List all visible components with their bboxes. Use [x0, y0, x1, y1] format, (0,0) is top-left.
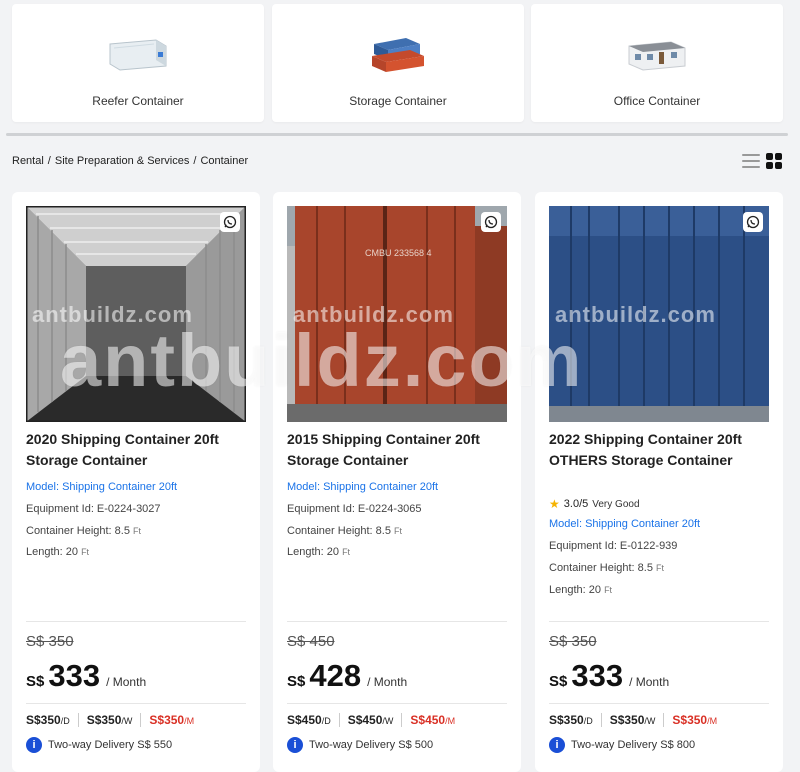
monthly-rate: S$450/M — [410, 713, 456, 727]
card-divider — [287, 703, 507, 704]
price: S$ 428/ Month — [287, 658, 408, 693]
daily-rate: S$450/D — [287, 713, 331, 727]
whatsapp-icon[interactable] — [220, 212, 240, 232]
card-divider — [26, 621, 246, 622]
breadcrumb-container[interactable]: Container — [200, 155, 248, 167]
info-icon: i — [26, 737, 42, 753]
category-label: Reefer Container — [92, 94, 184, 108]
equipment-id: Equipment Id: E-0224-3065 — [287, 503, 422, 515]
whatsapp-icon[interactable] — [481, 212, 501, 232]
info-icon: i — [549, 737, 565, 753]
category-label: Office Container — [613, 94, 701, 108]
product-photo[interactable]: antbuildz.com — [549, 206, 769, 422]
container-height: Container Height: 8.5 Ft — [549, 562, 665, 574]
category-office-container[interactable]: Office Container — [531, 4, 783, 122]
breadcrumb: Rental / Site Preparation & Services / Conta… — [12, 155, 249, 167]
card-divider — [287, 621, 507, 622]
category-bar: Reefer Container Storage Container Offic… — [0, 0, 800, 130]
model-link[interactable]: Shipping Container 20ft — [585, 518, 700, 530]
product-title[interactable]: 2015 Shipping Container 20ft Storage Con… — [287, 429, 507, 471]
weekly-rate: S$450/W — [347, 713, 394, 727]
rental-rates: S$350/D S$350/W S$350/M — [549, 713, 717, 727]
monthly-rate: S$350/M — [672, 713, 718, 727]
view-toggle — [742, 153, 782, 169]
watermark-text: antbuildz.com — [555, 302, 716, 327]
equipment-id: Equipment Id: E-0122-939 — [549, 540, 678, 552]
product-model: Model: Shipping Container 20ft — [287, 481, 439, 493]
container-length: Length: 20 Ft — [287, 546, 351, 558]
model-link[interactable]: Shipping Container 20ft — [62, 481, 177, 493]
container-length: Length: 20 Ft — [26, 546, 90, 558]
breadcrumb-site-preparation[interactable]: Site Preparation & Services — [55, 155, 190, 167]
watermark-text: antbuildz.com — [293, 302, 454, 327]
model-link[interactable]: Shipping Container 20ft — [323, 481, 438, 493]
product-card[interactable]: antbuildz.com 2022 Shipping Container 20… — [535, 192, 783, 772]
price: S$ 333/ Month — [26, 658, 147, 693]
watermark-text: antbuildz.com — [32, 302, 193, 327]
grid-view-icon[interactable] — [766, 153, 782, 169]
monthly-rate: S$350/M — [149, 713, 195, 727]
old-price: S$ 450 — [287, 633, 335, 650]
whatsapp-icon[interactable] — [743, 212, 763, 232]
product-rating: ★ 3.0/5 Very Good — [549, 497, 640, 511]
old-price: S$ 350 — [26, 633, 74, 650]
product-title[interactable]: 2022 Shipping Container 20ft OTHERS Stor… — [549, 429, 769, 471]
reefer-container-icon — [109, 39, 167, 71]
category-reefer-container[interactable]: Reefer Container — [12, 4, 264, 122]
star-icon: ★ — [549, 497, 560, 511]
svg-text:CMBU 233568 4: CMBU 233568 4 — [365, 248, 432, 258]
price: S$ 333/ Month — [549, 658, 670, 693]
product-title[interactable]: 2020 Shipping Container 20ft Storage Con… — [26, 429, 246, 471]
delivery-info: i Two-way Delivery S$ 550 — [26, 737, 172, 753]
product-card[interactable]: antbuildz.com 2020 Shipping Container 20… — [12, 192, 260, 772]
storage-container-icon — [372, 38, 424, 72]
card-divider — [549, 703, 769, 704]
delivery-info: i Two-way Delivery S$ 800 — [549, 737, 695, 753]
weekly-rate: S$350/W — [86, 713, 133, 727]
daily-rate: S$350/D — [26, 713, 70, 727]
delivery-info: i Two-way Delivery S$ 500 — [287, 737, 433, 753]
container-height: Container Height: 8.5 Ft — [26, 525, 142, 537]
list-view-icon[interactable] — [742, 154, 760, 168]
category-label: Storage Container — [349, 94, 447, 108]
breadcrumb-rental[interactable]: Rental — [12, 155, 44, 167]
product-photo[interactable]: antbuildz.com — [26, 206, 246, 422]
section-divider — [6, 133, 788, 136]
rental-rates: S$350/D S$350/W S$350/M — [26, 713, 194, 727]
card-divider — [26, 703, 246, 704]
card-divider — [549, 621, 769, 622]
container-length: Length: 20 Ft — [549, 584, 613, 596]
container-height: Container Height: 8.5 Ft — [287, 525, 403, 537]
rental-rates: S$450/D S$450/W S$450/M — [287, 713, 455, 727]
category-storage-container[interactable]: Storage Container — [272, 4, 524, 122]
daily-rate: S$350/D — [549, 713, 593, 727]
office-container-icon — [628, 41, 686, 71]
product-photo[interactable]: CMBU 233568 4 antbuildz.com — [287, 206, 507, 422]
product-card[interactable]: CMBU 233568 4 antbuildz.com 2015 Shippin… — [273, 192, 521, 772]
product-model: Model: Shipping Container 20ft — [549, 518, 701, 530]
weekly-rate: S$350/W — [609, 713, 656, 727]
old-price: S$ 350 — [549, 633, 597, 650]
info-icon: i — [287, 737, 303, 753]
product-model: Model: Shipping Container 20ft — [26, 481, 178, 493]
equipment-id: Equipment Id: E-0224-3027 — [26, 503, 161, 515]
